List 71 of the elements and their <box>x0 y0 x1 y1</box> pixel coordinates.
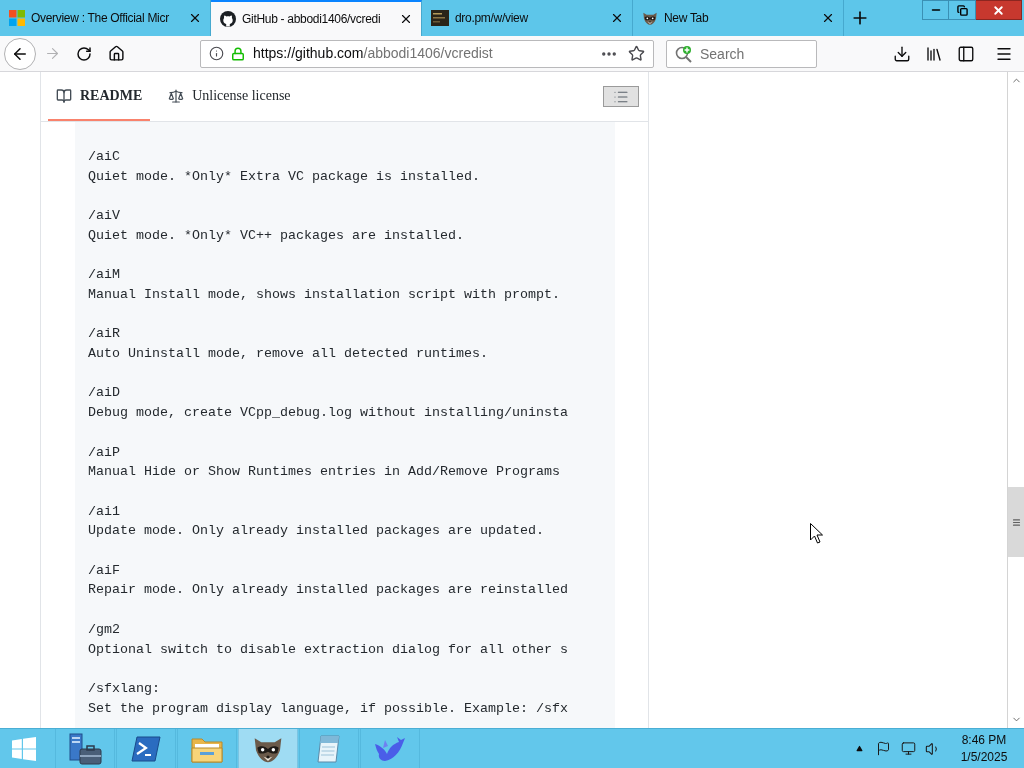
library-icon <box>925 44 943 63</box>
clock-date: 1/5/2025 <box>960 748 1008 766</box>
description-text: Repair mode. Only already installed packages are reinstalled <box>88 581 568 600</box>
clock-time: 8:46 PM <box>961 731 1007 749</box>
close-icon[interactable] <box>188 11 202 25</box>
switch-text: /gm2 <box>88 620 120 639</box>
sidebar-icon <box>957 44 975 63</box>
star-icon[interactable] <box>628 45 645 62</box>
tab-title: GitHub - abbodi1406/vcredi <box>242 11 382 28</box>
flag-icon[interactable] <box>876 741 891 756</box>
switch-text: /aiC <box>88 148 120 166</box>
info-icon[interactable] <box>209 46 224 61</box>
description-text: Auto Uninstall mode, remove all detected runtimes. <box>88 345 488 364</box>
switch-text: /aiR <box>88 325 120 344</box>
reload-icon <box>76 45 92 62</box>
tab-title: dro.pm/w/view <box>455 10 529 27</box>
book-icon <box>56 87 72 104</box>
description-text: Quiet mode. *Only* Extra VC package is installed. <box>88 167 480 186</box>
scrollbar[interactable] <box>1007 72 1024 728</box>
description-text: Debug mode, create VCpp_debug.log without installing/uninsta <box>88 404 568 423</box>
mouse-pointer-icon <box>810 523 823 544</box>
switch-text: /aiV <box>88 207 120 226</box>
start-logo-icon <box>12 736 36 761</box>
switch-text: /aiF <box>88 561 120 580</box>
cat-silhouette-icon <box>220 11 236 27</box>
readme-tab-label: Unlicense license <box>192 87 291 105</box>
back-button[interactable] <box>4 37 36 70</box>
close-window-button[interactable] <box>976 0 1022 20</box>
readme-tab[interactable]: Unlicense license <box>160 72 299 121</box>
server-toolbox-icon <box>68 732 102 765</box>
search-field[interactable]: Search <box>666 39 817 68</box>
search-add-icon <box>674 44 694 63</box>
description-text: Optional switch to disable extraction dialog for all other s <box>88 640 568 659</box>
description-text: Set the program display language, if possible. Example: /sfx <box>88 699 568 718</box>
description-text: Update mode. Only already installed packages are updated. <box>88 522 544 541</box>
restore-button[interactable] <box>949 0 976 20</box>
raccoon-icon <box>642 10 658 26</box>
taskbar-app-button[interactable] <box>238 729 298 768</box>
clock[interactable]: 8:46 PM 1/5/2025 <box>953 729 1015 768</box>
tab-title: Overview : The Official Micr <box>31 10 170 27</box>
grip-icon <box>1011 517 1021 527</box>
four-squares-icon <box>9 10 25 26</box>
close-icon[interactable] <box>821 11 835 25</box>
scrollbar-thumb[interactable] <box>1008 487 1024 557</box>
restore-icon <box>956 4 968 16</box>
terminal-icon <box>131 735 161 762</box>
network-icon[interactable] <box>901 741 916 756</box>
description-text: Quiet mode. *Only* VC++ packages are installed. <box>88 226 464 245</box>
browser-tab[interactable]: GitHub - abbodi1406/vcredi <box>211 0 422 36</box>
description-text: Manual Hide or Show Runtimes entries in Add/Remove Programs <box>88 463 560 482</box>
url-text: https://github.com/abbodi1406/vcredist <box>253 44 493 63</box>
close-icon[interactable] <box>610 11 624 25</box>
dark-thumbnail-icon <box>431 10 449 26</box>
switch-text: /ai1 <box>88 502 120 521</box>
minimize-button[interactable] <box>922 0 949 20</box>
outline-button[interactable] <box>603 86 639 107</box>
download-icon <box>893 44 911 63</box>
switch-text: /aiD <box>88 384 120 403</box>
switch-text: /aiM <box>88 266 120 285</box>
caret-up-icon[interactable] <box>856 745 863 752</box>
switch-text: /aiP <box>88 443 120 462</box>
scale-icon <box>168 87 185 104</box>
readme-tab-label: README <box>80 87 143 105</box>
description-text: Manual Install mode, shows installation script with prompt. <box>88 285 560 304</box>
close-icon <box>992 3 1005 17</box>
lock-icon <box>231 46 245 61</box>
close-icon[interactable] <box>399 12 413 26</box>
address-bar[interactable]: https://github.com/abbodi1406/vcredist <box>200 39 654 68</box>
home-icon <box>107 45 125 62</box>
switch-text: /sfxlang: <box>88 680 160 698</box>
tab-title: New Tab <box>664 10 710 27</box>
